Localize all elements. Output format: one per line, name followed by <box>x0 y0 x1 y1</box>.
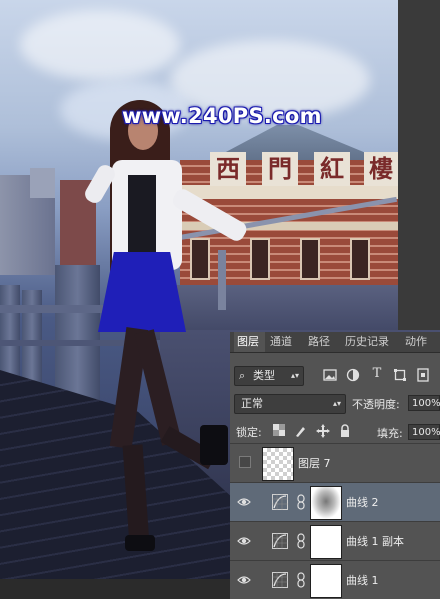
eye-icon[interactable] <box>237 534 251 548</box>
window <box>190 238 210 280</box>
lock-image-pixels-icon[interactable] <box>294 424 308 438</box>
tab-history[interactable]: 历史记录 <box>345 332 400 352</box>
adjustment-filter-icon[interactable] <box>346 368 360 382</box>
chain-link-icon[interactable] <box>296 494 306 510</box>
watermark-text: www.240PS.com <box>122 104 322 128</box>
rail-post <box>218 250 226 310</box>
building-left-top <box>30 168 55 198</box>
shape-filter-icon[interactable] <box>393 368 407 382</box>
eye-icon[interactable] <box>237 495 251 509</box>
lock-position-icon[interactable] <box>316 424 330 438</box>
layers-panel: 图层 通道 路径 历史记录 动作 ⌕ 类型 ▴▾ T 正常 ▴▾ 不透明度: 1… <box>230 332 440 599</box>
window <box>350 238 370 280</box>
lock-all-icon[interactable] <box>338 424 352 438</box>
layer-mask-thumbnail[interactable] <box>310 486 342 520</box>
curves-adjustment-icon <box>272 494 288 510</box>
facade-band <box>180 185 398 199</box>
shoe <box>125 535 155 551</box>
sign-char: 樓 <box>364 152 398 186</box>
blend-mode-value: 正常 <box>241 397 263 410</box>
window <box>250 238 270 280</box>
layer-name: 曲线 1 <box>346 574 379 587</box>
blend-mode-dropdown[interactable]: 正常 ▴▾ <box>234 394 346 414</box>
layer-name: 曲线 2 <box>346 496 379 509</box>
fill-field[interactable]: 100% <box>408 424 440 440</box>
chevron-down-icon: ▴▾ <box>332 399 341 408</box>
sign-char: 門 <box>262 152 298 186</box>
layer-row-curves-2[interactable]: 曲线 2 <box>230 482 440 521</box>
lock-label: 锁定: <box>236 426 262 439</box>
kind-filter-dropdown[interactable]: ⌕ 类型 ▴▾ <box>234 366 304 386</box>
sign-char: 紅 <box>314 152 350 186</box>
curves-adjustment-icon <box>272 572 288 588</box>
fill-label: 填充: <box>377 427 403 440</box>
search-icon: ⌕ <box>239 369 246 382</box>
chain-link-icon[interactable] <box>296 572 306 588</box>
chevron-down-icon: ▴▾ <box>290 371 299 380</box>
window <box>300 238 320 280</box>
image-filter-icon[interactable] <box>323 368 337 382</box>
lock-transparent-pixels-icon[interactable] <box>272 424 286 438</box>
type-filter-icon[interactable]: T <box>370 367 384 381</box>
opacity-label: 不透明度: <box>352 398 400 411</box>
cloud <box>20 10 180 80</box>
panel-tab-bar: 图层 通道 路径 历史记录 动作 <box>230 332 440 353</box>
eye-icon[interactable] <box>237 573 251 587</box>
tab-channels[interactable]: 通道 <box>270 332 300 352</box>
dark-canvas-edge <box>398 0 440 330</box>
layer-mask-thumbnail[interactable] <box>310 564 342 598</box>
layer-row-layer-7[interactable]: 图层 7 <box>230 443 440 482</box>
visibility-toggle-off[interactable] <box>239 456 251 468</box>
smart-object-filter-icon[interactable] <box>416 368 430 382</box>
chain-link-icon[interactable] <box>296 533 306 549</box>
curves-adjustment-icon <box>272 533 288 549</box>
tab-paths[interactable]: 路径 <box>308 332 338 352</box>
black-top <box>128 175 156 260</box>
layer-name: 图层 7 <box>298 457 331 470</box>
layer-row-curves-1[interactable]: 曲线 1 <box>230 560 440 599</box>
sign-char: 西 <box>210 152 246 186</box>
tab-layers[interactable]: 图层 <box>234 332 265 352</box>
layer-thumbnail <box>262 447 294 481</box>
opacity-field[interactable]: 100% <box>408 395 440 411</box>
shoe <box>200 425 228 465</box>
layer-name: 曲线 1 副本 <box>346 535 404 548</box>
layer-mask-thumbnail[interactable] <box>310 525 342 559</box>
tab-actions[interactable]: 动作 <box>405 332 435 352</box>
layer-row-curves-1-copy[interactable]: 曲线 1 副本 <box>230 521 440 560</box>
kind-filter-label: 类型 <box>253 369 275 382</box>
